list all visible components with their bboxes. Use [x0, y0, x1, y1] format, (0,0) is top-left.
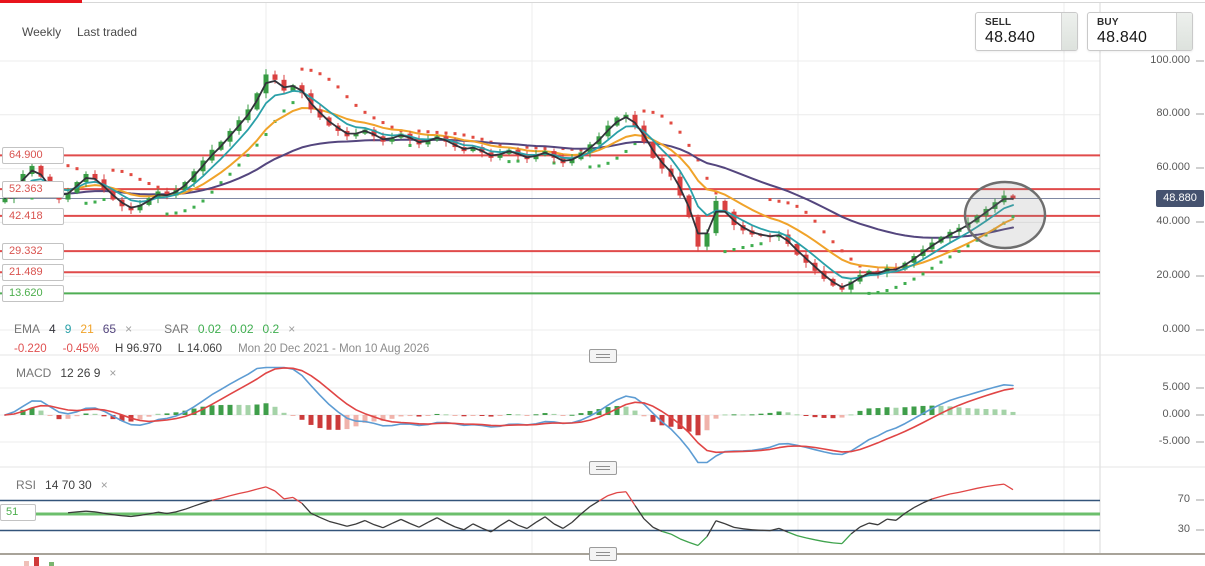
ema-legend-label: EMA [14, 322, 40, 336]
price-type-label[interactable]: Last traded [77, 25, 137, 39]
period-low: L 14.060 [178, 343, 222, 355]
period-high: H 96.970 [115, 343, 162, 355]
buy-button-body: BUY 48.840 [1088, 13, 1176, 50]
panel-resize-handle[interactable] [589, 547, 617, 561]
y-axis-label: 60.000 [1112, 161, 1190, 173]
y-axis-label: 40.000 [1112, 215, 1190, 227]
ema-period-3: 21 [80, 322, 93, 336]
y-axis-label: 0.000 [1112, 323, 1190, 335]
ema-period-2: 9 [65, 322, 72, 336]
ema-period-1: 4 [49, 322, 56, 336]
sell-button[interactable]: SELL 48.840 [975, 12, 1078, 51]
level-label[interactable]: 21.489 [2, 264, 64, 281]
date-range: Mon 20 Dec 2021 - Mon 10 Aug 2026 [238, 343, 429, 355]
rsi-remove-button[interactable]: × [101, 478, 108, 492]
level-label[interactable]: 29.332 [2, 243, 64, 260]
sar-legend-label: SAR [164, 322, 189, 336]
level-label[interactable]: 52.363 [2, 181, 64, 198]
instrument-stats-row: -0.220 -0.45% H 96.970 L 14.060 Mon 20 D… [14, 343, 429, 355]
macd-axis-label: -5.000 [1112, 435, 1190, 447]
current-price-badge: 48.880 [1156, 190, 1204, 207]
level-label[interactable]: 13.620 [2, 285, 64, 302]
rsi-params: 14 70 30 [45, 478, 92, 492]
indicator-legend-rsi: RSI 14 70 30 × [16, 478, 108, 492]
buy-price: 48.840 [1097, 29, 1176, 47]
macd-legend-label: MACD [16, 366, 51, 380]
sell-label: SELL [985, 17, 1061, 28]
ema-remove-button[interactable]: × [125, 322, 132, 336]
change-percent: -0.45% [63, 343, 99, 355]
sar-remove-button[interactable]: × [288, 322, 295, 336]
macd-params: 12 26 9 [60, 366, 100, 380]
macd-remove-button[interactable]: × [109, 366, 116, 380]
sar-param-2: 0.02 [230, 322, 253, 336]
y-axis-label: 20.000 [1112, 269, 1190, 281]
top-progress-bar [0, 0, 82, 3]
rsi-axis-label: 70 [1112, 493, 1190, 505]
timeframe-label[interactable]: Weekly [22, 25, 61, 39]
buy-button-edge [1176, 13, 1192, 50]
level-label[interactable]: 64.900 [2, 147, 64, 164]
rsi-legend-label: RSI [16, 478, 36, 492]
panel-resize-handle[interactable] [589, 349, 617, 363]
macd-axis-label: 0.000 [1112, 408, 1190, 420]
y-axis-label: 100.000 [1112, 54, 1190, 66]
panel-resize-handle[interactable] [589, 461, 617, 475]
sar-param-3: 0.2 [263, 322, 280, 336]
sell-button-body: SELL 48.840 [976, 13, 1061, 50]
chart-canvas[interactable] [0, 0, 1205, 566]
trading-chart-window: Weekly Last traded SELL 48.840 BUY 48.84… [0, 0, 1205, 566]
macd-axis-label: 5.000 [1112, 381, 1190, 393]
header-divider [0, 2, 1205, 3]
buy-button[interactable]: BUY 48.840 [1087, 12, 1193, 51]
rsi-axis-label: 30 [1112, 523, 1190, 535]
sar-param-1: 0.02 [198, 322, 221, 336]
indicator-legend-ema-sar: EMA 4 9 21 65 × SAR 0.02 0.02 0.2 × [14, 322, 295, 336]
rsi-value-badge: 51 [0, 504, 36, 521]
sell-price: 48.840 [985, 29, 1061, 47]
ema-period-4: 65 [103, 322, 116, 336]
indicator-legend-macd: MACD 12 26 9 × [16, 366, 116, 380]
sell-button-edge [1061, 13, 1077, 50]
buy-label: BUY [1097, 17, 1176, 28]
change-value: -0.220 [14, 343, 47, 355]
y-axis-label: 80.000 [1112, 107, 1190, 119]
level-label[interactable]: 42.418 [2, 208, 64, 225]
